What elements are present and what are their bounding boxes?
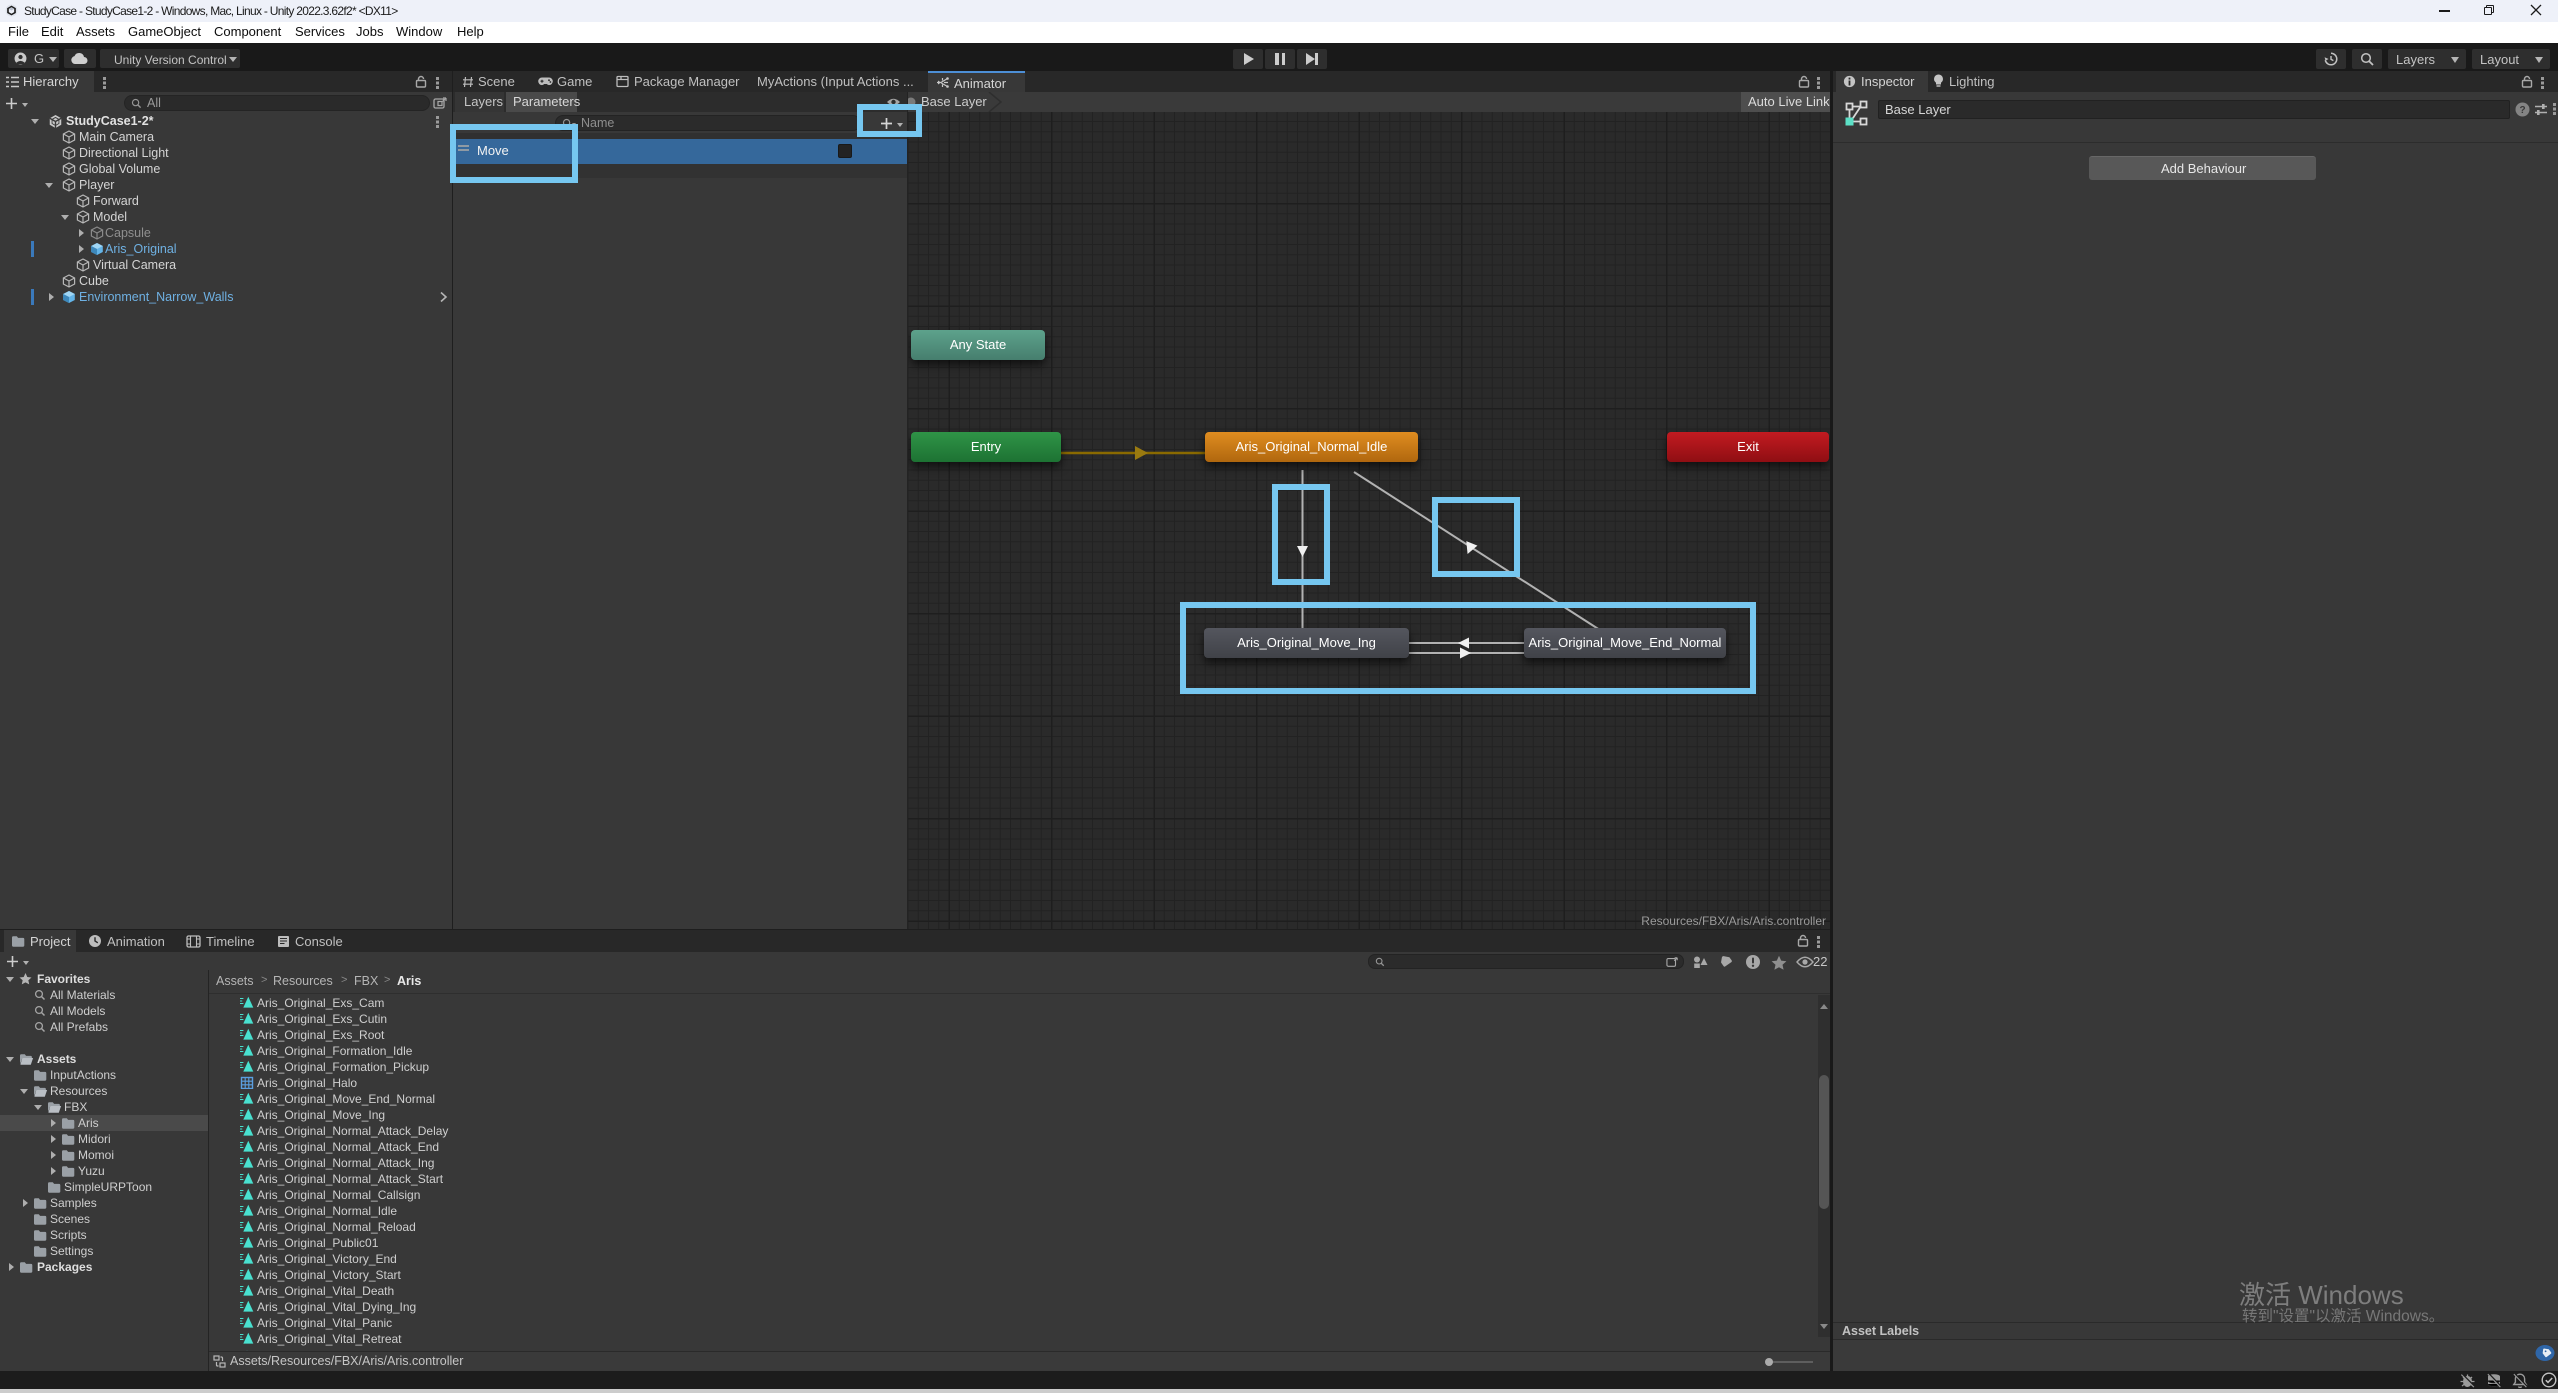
svg-text:?: ? bbox=[2519, 105, 2525, 116]
